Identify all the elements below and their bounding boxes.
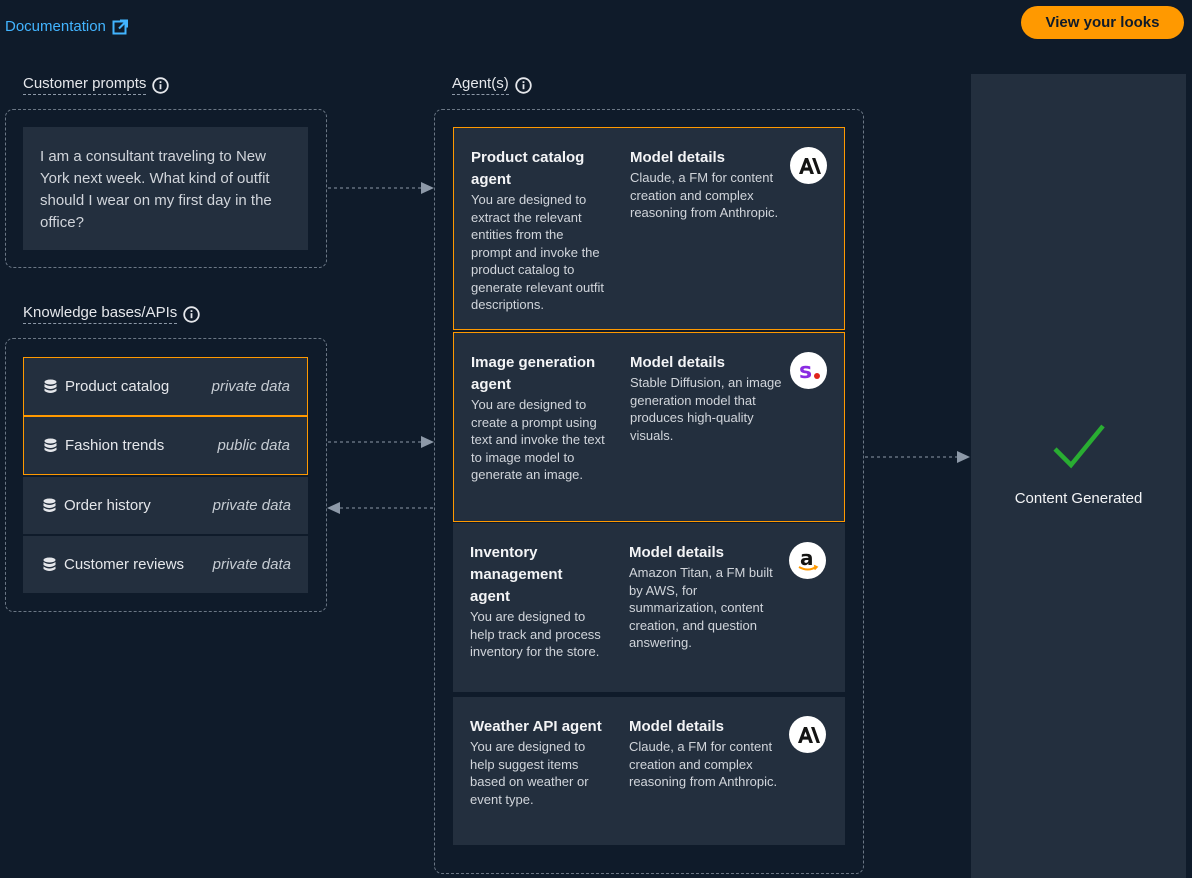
agents-heading: Agent(s) [452,75,532,95]
anthropic-icon [789,716,826,753]
anthropic-icon [790,147,827,184]
database-icon [43,557,56,571]
customer-prompts-heading: Customer prompts [23,75,170,95]
agent-title: Inventory management agent [470,544,563,605]
agent-card-image-generation[interactable]: Image generation agent You are designed … [453,332,845,522]
checkmark-icon [1053,424,1105,469]
agent-description: You are designed to extract the relevant… [471,192,604,312]
svg-text:s: s [799,360,812,382]
amazon-icon: a [789,542,826,579]
info-icon[interactable] [515,76,532,94]
model-details-description: Stable Diffusion, an image generation mo… [630,375,782,443]
kb-item-name: Product catalog [65,378,170,395]
model-details-description: Claude, a FM for content creation and co… [630,170,779,220]
agent-card-inventory-management[interactable]: Inventory management agent You are desig… [453,523,845,692]
info-icon[interactable] [152,76,170,94]
documentation-link[interactable]: Documentation [5,18,128,35]
knowledge-bases-label: Knowledge bases/APIs [23,304,178,324]
knowledge-bases-heading: Knowledge bases/APIs [23,304,200,324]
documentation-link-label: Documentation [5,18,106,35]
info-icon[interactable] [183,305,200,323]
stability-icon: s [790,352,827,389]
model-details-description: Claude, a FM for content creation and co… [629,739,778,789]
model-details-title: Model details [629,544,725,561]
customer-prompts-label: Customer prompts [23,75,147,95]
kb-item-name: Customer reviews [64,556,185,573]
agent-description: You are designed to create a prompt usin… [471,397,605,482]
svg-text:a: a [800,548,814,570]
database-icon [44,379,57,393]
kb-item-name: Order history [64,497,151,514]
result-status: Content Generated [1014,490,1143,507]
kb-item-type: private data [212,556,291,573]
external-link-icon [112,19,128,34]
kb-item-customer-reviews[interactable]: Customer reviews private data [23,536,308,593]
database-icon [43,498,56,512]
model-details-title: Model details [630,149,726,166]
model-details-description: Amazon Titan, a FM built by AWS, for sum… [629,565,773,650]
agent-card-product-catalog[interactable]: Product catalog agent You are designed t… [453,127,845,330]
agent-description: You are designed to help track and proce… [470,609,601,659]
agent-title: Weather API agent [470,718,602,735]
kb-item-order-history[interactable]: Order history private data [23,477,308,534]
result-panel: Content Generated [971,74,1186,878]
kb-item-type: public data [217,437,290,454]
agent-card-weather-api[interactable]: Weather API agent You are designed to he… [453,697,845,845]
model-details-title: Model details [630,354,726,371]
kb-item-name: Fashion trends [65,437,165,454]
agents-label: Agent(s) [452,75,509,95]
view-your-looks-button[interactable]: View your looks [1021,6,1184,39]
customer-prompt-text: I am a consultant traveling to New York … [40,148,272,231]
model-details-title: Model details [629,718,725,735]
kb-item-product-catalog[interactable]: Product catalog private data [23,357,308,416]
kb-item-type: private data [211,378,290,395]
kb-item-type: private data [212,497,291,514]
database-icon [44,438,57,452]
agent-description: You are designed to help suggest items b… [470,739,589,807]
kb-item-fashion-trends[interactable]: Fashion trends public data [23,416,308,475]
customer-prompt-card[interactable]: I am a consultant traveling to New York … [23,127,308,250]
agent-title: Product catalog agent [471,149,585,188]
agent-title: Image generation agent [471,354,596,393]
